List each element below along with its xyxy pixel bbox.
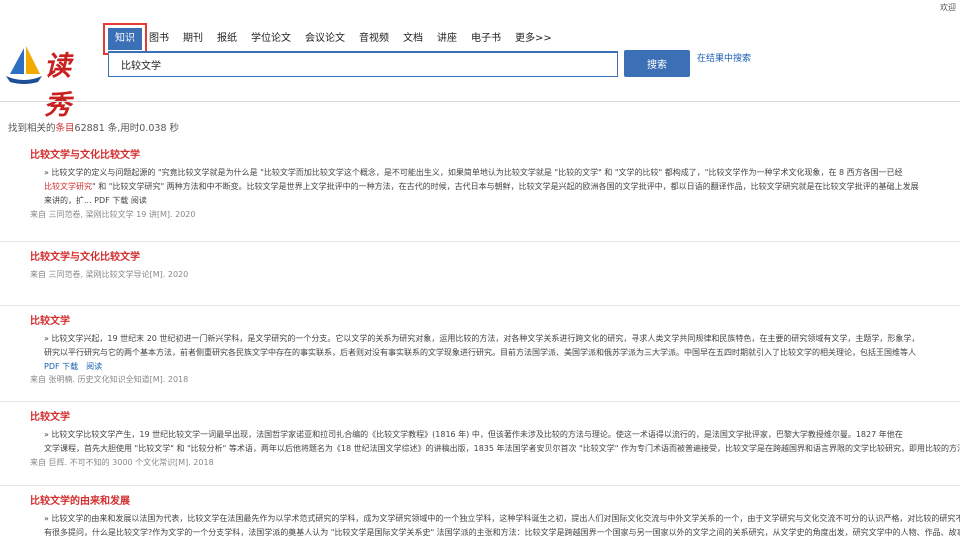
result-source: 来自 三同范卷, 梁刚比较文学导论[M]. 2020: [30, 270, 189, 279]
welcome-text: 欢迎: [940, 3, 956, 12]
category-nav: 知识 图书 期刊 报纸 学位论文 会议论文 音视频 文档 讲座 电子书 更多>>: [103, 23, 559, 55]
logo[interactable]: 读秀: [4, 44, 100, 121]
result-source: 来自 巨辉. 不可不知的 3000 个文化常识[M]. 2018: [30, 458, 214, 467]
nav-item-10[interactable]: 更多>>: [508, 28, 559, 50]
read-link[interactable]: 阅读: [86, 362, 102, 371]
result-links: PDF 下载 阅读: [30, 360, 960, 373]
result-source: 来自 张明楠. 历史文化知识全知道[M]. 2018: [30, 375, 189, 384]
search-input[interactable]: [109, 53, 617, 76]
header-divider: [0, 101, 960, 102]
result-item: 比较文学 » 比较文学比较文学产生，19 世纪比较文学一词最早出现，法国哲学家诺亚…: [0, 408, 960, 486]
result-summary: » 比较文学的由来和发展以法国为代表，比较文学在法国最先作为以学术范式研究的学科…: [44, 514, 960, 523]
result-item: 比较文学与文化比较文学 » 比较文学的定义与问题起源的 "究竟比较文学就是为什么是…: [0, 146, 960, 242]
result-summary: » 比较文学兴起，19 世纪末 20 世纪初进一门新兴学科，是文学研究的一个分支…: [44, 334, 920, 343]
result-summary: 有很多提问，什么是比较文学?作为文学的一个分支学科，法国学派的奠基人认为 "比较…: [44, 528, 960, 537]
search-button[interactable]: 搜索: [624, 50, 690, 77]
search-in-results-link[interactable]: 在结果中搜索: [697, 51, 751, 64]
result-count: 找到相关的条目62881 条,用时0.038 秒: [8, 123, 180, 134]
nav-item-8[interactable]: 讲座: [430, 28, 464, 50]
result-summary: 比较文学研究" 和 "比较文学研究" 两种方法和中不断变。比较文学是世界上文学批…: [44, 182, 919, 191]
result-title-link[interactable]: 比较文学与文化比较文学: [30, 248, 960, 263]
result-item: 比较文学与文化比较文学来自 三同范卷, 梁刚比较文学导论[M]. 2020: [0, 248, 960, 306]
result-title-link[interactable]: 比较文学的由来和发展: [30, 492, 960, 507]
result-summary: 文学课程，首先大胆使用 "比较文学" 和 "比较分析" 等术语，两年以后他将题名…: [44, 444, 960, 453]
nav-item-1[interactable]: 图书: [142, 28, 176, 50]
result-title-link[interactable]: 比较文学: [30, 312, 960, 327]
nav-item-9[interactable]: 电子书: [464, 28, 508, 50]
nav-item-3[interactable]: 报纸: [210, 28, 244, 50]
result-title-link[interactable]: 比较文学: [30, 408, 960, 423]
result-title-link[interactable]: 比较文学与文化比较文学: [30, 146, 960, 161]
result-summary: » 比较文学的定义与问题起源的 "究竟比较文学就是为什么是 "比较文学而加比较文…: [44, 168, 903, 177]
result-item: 比较文学的由来和发展 » 比较文学的由来和发展以法国为代表，比较文学在法国最先作为…: [0, 492, 960, 540]
logo-text: 读秀: [44, 51, 73, 121]
pdf-download-link[interactable]: PDF 下载: [44, 362, 78, 371]
result-source: 来自 三同范卷, 梁刚比较文学 19 讲[M]. 2020: [30, 210, 196, 219]
result-summary: 研究以平行研究与它的两个基本方法，前者侧重研究各民族文学中存在的事实联系，后者则…: [44, 348, 916, 357]
nav-item-6[interactable]: 音视频: [352, 28, 396, 50]
result-item: 比较文学 » 比较文学兴起，19 世纪末 20 世纪初进一门新兴学科，是文学研究的…: [0, 312, 960, 402]
result-summary: » 比较文学比较文学产生，19 世纪比较文学一词最早出现，法国哲学家诺亚和拉司扎…: [44, 430, 903, 439]
nav-item-0[interactable]: 知识: [103, 23, 147, 55]
search-box: [108, 51, 618, 77]
nav-item-4[interactable]: 学位论文: [244, 28, 298, 50]
sailboat-icon: [6, 46, 42, 84]
result-summary: 来讲的，扩... PDF 下载 阅读: [44, 196, 147, 205]
nav-item-7[interactable]: 文档: [396, 28, 430, 50]
nav-item-2[interactable]: 期刊: [176, 28, 210, 50]
result-count-highlight: 条目: [55, 123, 75, 134]
nav-item-5[interactable]: 会议论文: [298, 28, 352, 50]
